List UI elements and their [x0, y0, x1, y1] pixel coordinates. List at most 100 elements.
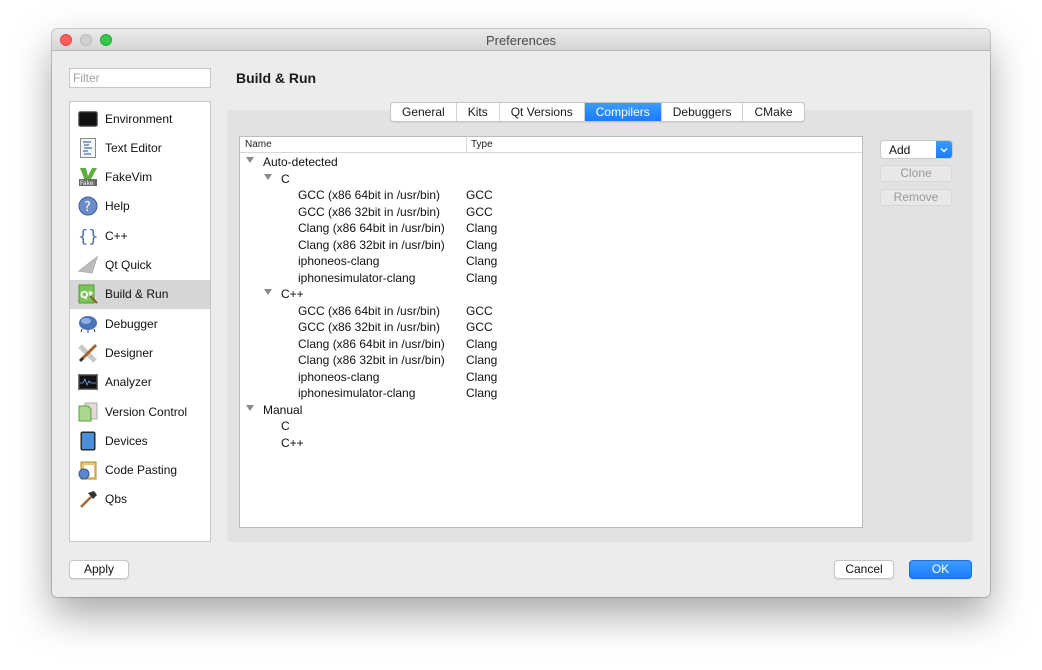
documents-icon: [77, 401, 99, 423]
sidebar-item-designer[interactable]: Designer: [70, 338, 210, 367]
paper-plane-icon: [77, 254, 99, 276]
oscilloscope-icon: [77, 371, 99, 393]
sidebar-item-label: C++: [105, 228, 128, 243]
compiler-row[interactable]: iphoneos-clang Clang: [240, 369, 862, 386]
clone-button[interactable]: Clone: [880, 165, 952, 182]
sidebar-item-label: Build & Run: [105, 287, 169, 302]
row-name: C: [281, 171, 290, 186]
sidebar-item-label: Qbs: [105, 492, 128, 507]
row-name: Clang (x86 64bit in /usr/bin): [298, 336, 445, 351]
svg-text:Fake: Fake: [80, 180, 94, 187]
sidebar-item-label: Designer: [105, 345, 154, 360]
sidebar-item-code-pasting[interactable]: Code Pasting: [70, 456, 210, 485]
row-name: C++: [281, 287, 304, 301]
row-type: Clang: [466, 353, 498, 367]
braces-icon: {}: [77, 225, 99, 247]
hammer-icon: [77, 488, 99, 510]
title-bar: Preferences: [52, 29, 990, 51]
expand-arrow-icon[interactable]: [246, 157, 254, 163]
compiler-row[interactable]: iphoneos-clang Clang: [240, 253, 862, 270]
row-name: GCC (x86 32bit in /usr/bin): [298, 204, 441, 219]
row-name: GCC (x86 64bit in /usr/bin): [298, 303, 441, 318]
bug-icon: [77, 313, 99, 335]
add-button[interactable]: Add: [880, 140, 953, 159]
preferences-window: Preferences Build & Run Environment Text …: [52, 29, 990, 597]
sidebar: Environment Text Editor Fake FakeVim? Help {}…: [69, 101, 211, 542]
help-icon: ?: [77, 195, 99, 217]
sidebar-item-version-control[interactable]: Version Control: [70, 397, 210, 426]
svg-text:{}: {}: [78, 227, 98, 246]
sidebar-item-help[interactable]: ? Help: [70, 192, 210, 221]
compiler-row[interactable]: Clang (x86 64bit in /usr/bin) Clang: [240, 220, 862, 237]
row-name: iphoneos-clang: [298, 254, 380, 268]
tab-compilers[interactable]: Compilers: [584, 103, 662, 121]
tree-group-row[interactable]: C: [240, 418, 862, 435]
sidebar-item-label: Environment: [105, 111, 173, 126]
sidebar-item-environment[interactable]: Environment: [70, 104, 210, 133]
clipboard-globe-icon: [77, 459, 99, 481]
tree-group-row[interactable]: C++: [240, 286, 862, 303]
compiler-row[interactable]: Clang (x86 64bit in /usr/bin) Clang: [240, 336, 862, 353]
expand-arrow-icon[interactable]: [264, 173, 272, 180]
compiler-row[interactable]: Clang (x86 32bit in /usr/bin) Clang: [240, 352, 862, 369]
sidebar-item-build-run[interactable]: Qt Build & Run: [70, 279, 210, 309]
page-title: Build & Run: [236, 70, 317, 86]
sidebar-item-label: Help: [105, 199, 130, 214]
column-header-type[interactable]: Type: [466, 138, 493, 152]
compiler-row[interactable]: iphonesimulator-clang Clang: [240, 270, 862, 287]
tab-general[interactable]: General: [391, 103, 457, 121]
expand-arrow-icon[interactable]: [264, 289, 272, 295]
row-name: GCC (x86 64bit in /usr/bin): [298, 188, 441, 202]
row-type: GCC: [466, 303, 493, 318]
compiler-row[interactable]: GCC (x86 32bit in /usr/bin) GCC: [240, 204, 862, 221]
sidebar-item-qt-quick[interactable]: Qt Quick: [70, 251, 210, 280]
chevron-down-icon[interactable]: [936, 141, 952, 158]
tab-debuggers[interactable]: Debuggers: [662, 103, 744, 121]
column-header-name[interactable]: Name: [245, 139, 272, 150]
tree-group-row[interactable]: Manual: [240, 402, 862, 419]
compiler-row[interactable]: Clang (x86 32bit in /usr/bin) Clang: [240, 237, 862, 254]
row-type: Clang: [466, 254, 498, 268]
filter-input[interactable]: [69, 68, 211, 88]
compiler-row[interactable]: GCC (x86 64bit in /usr/bin) GCC: [240, 303, 862, 320]
sidebar-item-qbs[interactable]: Qbs: [70, 485, 210, 514]
apply-button[interactable]: Apply: [69, 560, 129, 579]
fakevim-icon: Fake: [77, 166, 99, 188]
tree-group-row[interactable]: C++: [240, 435, 862, 452]
monitor-icon: [77, 108, 99, 130]
sidebar-item-devices[interactable]: Devices: [70, 426, 210, 455]
text-document-icon: [77, 137, 99, 159]
ok-button[interactable]: OK: [909, 560, 972, 579]
sidebar-item-fakevim[interactable]: Fake FakeVim: [70, 163, 210, 192]
row-name: Clang (x86 32bit in /usr/bin): [298, 353, 445, 367]
row-name: Manual: [263, 402, 303, 417]
cancel-button[interactable]: Cancel: [834, 560, 894, 579]
compiler-row[interactable]: GCC (x86 32bit in /usr/bin) GCC: [240, 319, 862, 336]
sidebar-item-analyzer[interactable]: Analyzer: [70, 368, 210, 397]
tab-cmake[interactable]: CMake: [743, 103, 803, 121]
remove-button[interactable]: Remove: [880, 189, 952, 206]
row-type: Clang: [466, 369, 498, 384]
add-button-label: Add: [889, 143, 911, 157]
tab-kits[interactable]: Kits: [457, 103, 500, 121]
row-name: Clang (x86 64bit in /usr/bin): [298, 221, 445, 235]
tree-header: Name Type: [240, 137, 862, 153]
row-name: GCC (x86 32bit in /usr/bin): [298, 320, 441, 334]
tree-group-row[interactable]: Auto-detected: [240, 154, 862, 171]
expand-arrow-icon[interactable]: [246, 404, 254, 411]
svg-text:?: ?: [84, 200, 91, 215]
row-type: Clang: [466, 336, 498, 351]
sidebar-item-c[interactable]: {} C++: [70, 221, 210, 250]
sidebar-item-text-editor[interactable]: Text Editor: [70, 133, 210, 162]
tree-group-row[interactable]: C: [240, 171, 862, 188]
sidebar-item-label: Analyzer: [105, 375, 152, 390]
compilers-tree[interactable]: Name Type Auto-detected C GCC (x86 64bit i…: [239, 136, 863, 528]
compiler-row[interactable]: iphonesimulator-clang Clang: [240, 385, 862, 402]
row-name: iphoneos-clang: [298, 369, 380, 384]
tab-qt-versions[interactable]: Qt Versions: [500, 103, 585, 121]
compiler-row[interactable]: GCC (x86 64bit in /usr/bin) GCC: [240, 187, 862, 204]
sidebar-item-debugger[interactable]: Debugger: [70, 309, 210, 338]
row-name: Auto-detected: [263, 155, 338, 169]
sidebar-item-label: Code Pasting: [105, 463, 178, 478]
row-type: GCC: [466, 320, 493, 334]
